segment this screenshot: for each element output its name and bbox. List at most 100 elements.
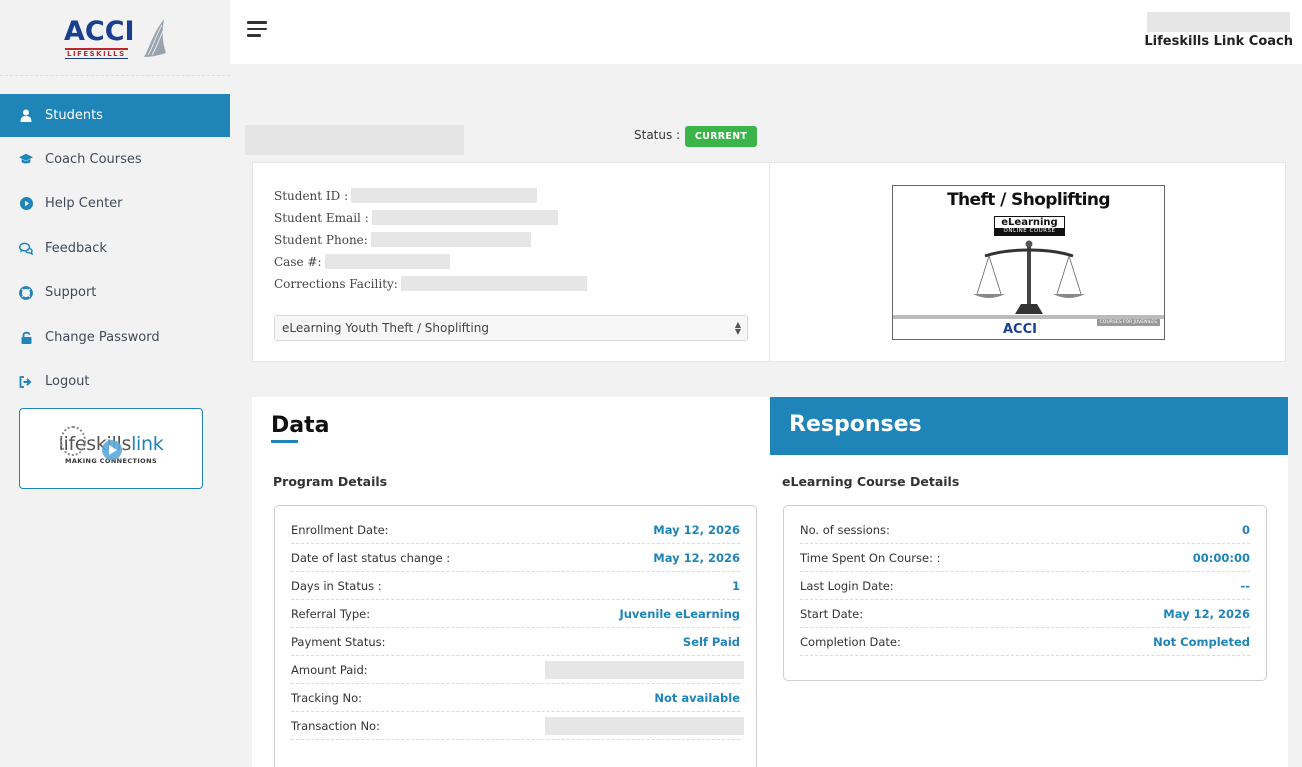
user-role: Lifeskills Link Coach [1144, 34, 1293, 49]
detail-value: 0 [1241, 522, 1250, 537]
logo-brand: ACCI [64, 15, 135, 47]
detail-value: 00:00:00 [1192, 550, 1250, 565]
graduation-cap-icon [19, 152, 33, 166]
sidebar-item-help-center[interactable]: Help Center [0, 182, 230, 227]
logo-sub: LIFESKILLS [65, 47, 128, 59]
facility-redacted[interactable] [400, 276, 587, 291]
detail-row-transaction-no: Transaction No: [291, 712, 744, 740]
wing-icon [144, 18, 166, 57]
user-icon [19, 109, 33, 123]
student-name-redacted [245, 125, 464, 155]
sidebar-item-change-password[interactable]: Change Password [0, 315, 230, 360]
responses-panel: Responses eLearning Course Details No. o… [770, 397, 1288, 767]
detail-label: Amount Paid: [291, 662, 368, 677]
elearning-details-title: eLearning Course Details [782, 474, 960, 489]
logo-area: ACCI LIFESKILLS [0, 0, 230, 76]
detail-row-start-date: Start Date: May 12, 2026 [800, 600, 1250, 628]
responses-panel-title: Responses [789, 412, 922, 437]
case-number-redacted [324, 254, 450, 269]
detail-value: Self Paid [682, 634, 740, 649]
topbar: Lifeskills Link Coach [230, 0, 1302, 64]
detail-label: Tracking No: [291, 690, 363, 705]
sidebar-item-logout[interactable]: Logout [0, 360, 230, 405]
detail-row-referral-type: Referral Type: Juvenile eLearning [291, 600, 740, 628]
detail-label: Enrollment Date: [291, 522, 389, 537]
logout-icon [19, 375, 33, 389]
student-id-row: Student ID : [274, 188, 538, 203]
course-select-value: eLearning Youth Theft / Shoplifting [282, 321, 489, 335]
detail-label: Start Date: [800, 606, 864, 621]
lifebuoy-icon [19, 285, 33, 300]
play-icon[interactable] [102, 440, 122, 460]
detail-label: Transaction No: [291, 718, 380, 733]
student-phone-label: Student Phone: [274, 232, 368, 247]
course-image: Theft / Shoplifting eLearning ONLINE COU… [892, 185, 1165, 340]
menu-toggle-icon[interactable] [247, 21, 267, 37]
facility-label: Corrections Facility: [274, 276, 398, 291]
detail-label: Date of last status change : [291, 550, 451, 565]
course-image-footer-tag: COURSES FOR JUVENILES [1096, 319, 1160, 326]
scales-of-justice-icon [973, 240, 1085, 314]
detail-row-days-in-status: Days in Status : 1 [291, 572, 740, 600]
detail-row-last-status-change: Date of last status change : May 12, 202… [291, 544, 740, 572]
detail-row-tracking-no: Tracking No: Not available [291, 684, 740, 712]
detail-label: Completion Date: [800, 634, 901, 649]
detail-label: Days in Status : [291, 578, 382, 593]
detail-value: Not available [654, 690, 740, 705]
case-number-row: Case #: [274, 254, 450, 269]
detail-row-amount-paid: Amount Paid: [291, 656, 744, 684]
detail-label: Last Login Date: [800, 578, 894, 593]
transaction-no-redacted [545, 716, 744, 735]
course-image-badge: eLearning ONLINE COURSE [994, 216, 1065, 236]
detail-value: Juvenile eLearning [619, 606, 740, 621]
student-email-label: Student Email : [274, 210, 369, 225]
student-info-left: Student ID : Student Email : Student Pho… [253, 163, 770, 361]
badge-bottom: ONLINE COURSE [995, 228, 1064, 235]
sidebar-item-label: Support [45, 285, 97, 301]
detail-row-sessions: No. of sessions: 0 [800, 516, 1250, 544]
sidebar-item-feedback[interactable]: Feedback [0, 226, 230, 271]
sidebar-item-label: Coach Courses [45, 151, 142, 167]
select-arrows-icon: ▲ ▼ [734, 320, 741, 336]
play-circle-icon [19, 197, 33, 211]
case-number-label: Case #: [274, 254, 322, 269]
data-panel: Data Program Details Enrollment Date: Ma… [252, 397, 770, 767]
student-email-redacted[interactable] [371, 210, 558, 225]
chat-bubbles-icon [19, 241, 33, 255]
detail-value: May 12, 2026 [653, 522, 740, 537]
user-name-redacted[interactable] [1147, 12, 1290, 32]
sidebar-item-students[interactable]: Students [0, 94, 230, 137]
course-image-footer-logo: ACCI [1003, 322, 1037, 337]
badge-top: eLearning [1001, 217, 1058, 228]
student-email-row: Student Email : [274, 210, 558, 225]
acci-logo[interactable]: ACCI LIFESKILLS [64, 17, 168, 59]
detail-value: May 12, 2026 [653, 550, 740, 565]
lock-icon [19, 330, 33, 344]
detail-row-completion-date: Completion Date: Not Completed [800, 628, 1250, 656]
sidebar-item-support[interactable]: Support [0, 271, 230, 316]
student-phone-redacted[interactable] [370, 232, 531, 247]
detail-label: Payment Status: [291, 634, 386, 649]
course-image-title: Theft / Shoplifting [947, 190, 1110, 210]
detail-label: Referral Type: [291, 606, 371, 621]
elearning-details-box: No. of sessions: 0 Time Spent On Course:… [783, 505, 1267, 681]
data-panel-title: Data [271, 413, 330, 438]
lifeskills-link-video-banner[interactable]: lifeskillslink MAKING CONNECTIONS [19, 408, 203, 489]
facility-row: Corrections Facility: [274, 276, 587, 291]
student-phone-row: Student Phone: [274, 232, 531, 247]
sidebar-item-label: Logout [45, 374, 90, 390]
student-id-label: Student ID : [274, 188, 349, 203]
status-badge: CURRENT [685, 126, 757, 147]
student-id-redacted [351, 188, 538, 203]
sidebar-nav: Students Coach Courses Help Center Feedb… [0, 94, 230, 404]
responses-header: Responses [770, 397, 1288, 455]
sidebar-item-label: Help Center [45, 196, 123, 212]
fingerprint-icon [60, 426, 86, 456]
course-image-footer: ACCI COURSES FOR JUVENILES [893, 315, 1164, 339]
sidebar-item-label: Feedback [45, 240, 107, 256]
sidebar-item-coach-courses[interactable]: Coach Courses [0, 137, 230, 182]
detail-value: 1 [731, 578, 740, 593]
course-select[interactable]: eLearning Youth Theft / Shoplifting ▲ ▼ [274, 315, 748, 341]
program-details-box: Enrollment Date: May 12, 2026 Date of la… [274, 505, 757, 767]
detail-value: May 12, 2026 [1163, 606, 1250, 621]
